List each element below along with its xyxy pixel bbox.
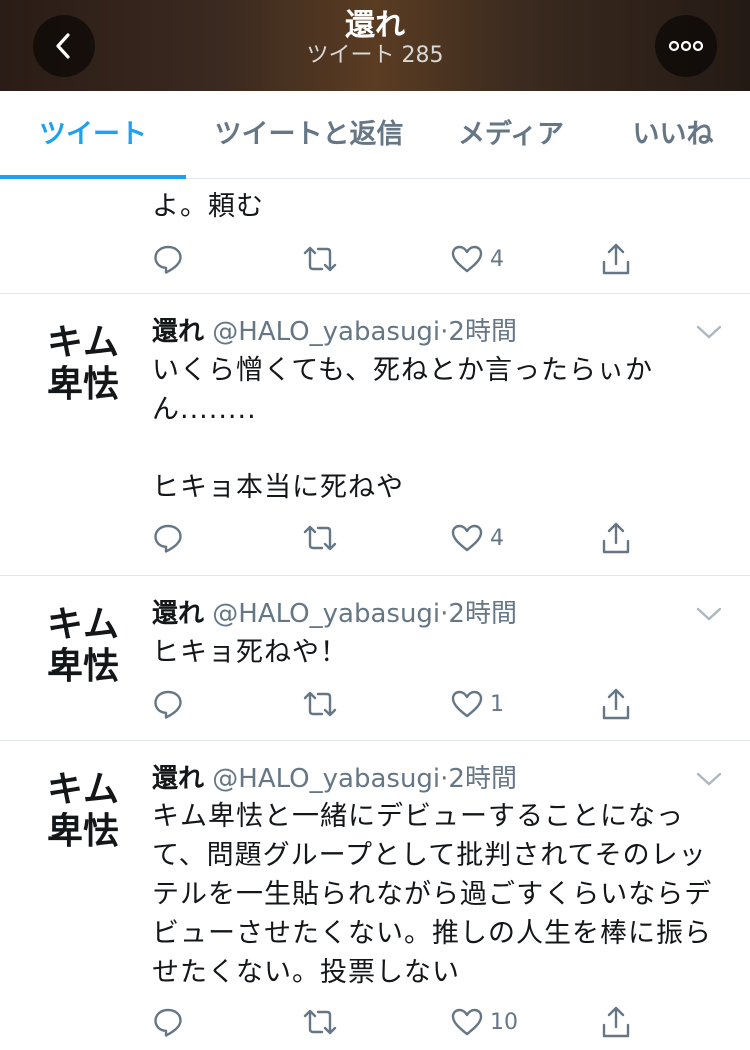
reply-icon — [154, 524, 182, 553]
tweet-actions: 4 — [152, 520, 652, 556]
like-count: 4 — [490, 246, 504, 272]
user-name[interactable]: 還れ — [152, 317, 204, 347]
reply-button[interactable] — [152, 520, 184, 556]
retweet-icon — [303, 525, 337, 551]
profile-header: 還れ ツイート 285 — [0, 0, 750, 91]
share-icon — [602, 688, 630, 720]
reply-icon — [154, 245, 182, 274]
retweet-button[interactable] — [302, 686, 338, 722]
share-icon — [602, 522, 630, 554]
tweet-header: 還れ @HALO_yabasugi·2時間 — [152, 596, 517, 632]
retweet-icon — [303, 246, 337, 272]
tweet-actions: 1 — [152, 686, 652, 722]
share-button[interactable] — [600, 520, 632, 556]
like-button[interactable]: 10 — [450, 1004, 518, 1040]
retweet-icon — [303, 1009, 337, 1035]
tweet[interactable]: キム 卑怯 還れ @HALO_yabasugi·2時間 いくら憎くても、死ねとか… — [0, 294, 750, 576]
reply-button[interactable] — [152, 241, 184, 277]
tweet-text: キム卑怯と一緒にデビューすることになっ て、問題グループとして批判されてそのレッ… — [152, 801, 713, 988]
tweet-text: ヒキョ死ねや！ — [152, 637, 348, 668]
tweet-count: ツイート 285 — [306, 43, 444, 68]
like-button[interactable]: 1 — [450, 686, 504, 722]
tweet-time[interactable]: 2時間 — [448, 764, 517, 794]
user-name[interactable]: 還れ — [152, 764, 204, 794]
heart-icon — [451, 1008, 483, 1036]
tweet-header: 還れ @HALO_yabasugi·2時間 — [152, 314, 517, 350]
tab-tweets-and-replies[interactable]: ツイートと返信 — [200, 91, 418, 179]
heart-icon — [451, 690, 483, 718]
retweet-button[interactable] — [302, 520, 338, 556]
share-icon — [602, 243, 630, 275]
header-title: 還れ — [345, 8, 405, 43]
tweet-text: いくら憎くても、死ねとか言ったらぃか ん........ ヒキョ本当に死ねや — [152, 355, 654, 503]
tab-media[interactable]: メディア — [446, 91, 576, 179]
like-button[interactable]: 4 — [450, 520, 504, 556]
tweet-time[interactable]: 2時間 — [448, 317, 517, 347]
profile-tabs: ツイート ツイートと返信 メディア いいね — [0, 91, 750, 179]
tweet-header: 還れ @HALO_yabasugi·2時間 — [152, 761, 517, 797]
retweet-icon — [303, 691, 337, 717]
reply-button[interactable] — [152, 1004, 184, 1040]
user-name[interactable]: 還れ — [152, 599, 204, 629]
chevron-down-icon[interactable] — [696, 771, 722, 787]
tweet-text: よ。頼む — [152, 191, 264, 222]
like-count: 1 — [490, 691, 504, 717]
user-handle[interactable]: @HALO_yabasugi — [212, 599, 440, 629]
like-count: 10 — [490, 1009, 518, 1035]
reply-icon — [154, 1008, 182, 1037]
reply-button[interactable] — [152, 686, 184, 722]
user-handle[interactable]: @HALO_yabasugi — [212, 317, 440, 347]
share-button[interactable] — [600, 686, 632, 722]
share-button[interactable] — [600, 241, 632, 277]
chevron-down-icon[interactable] — [696, 606, 722, 622]
tweet[interactable]: キム 卑怯 還れ @HALO_yabasugi·2時間 ヒキョ死ねや！ 1 — [0, 576, 750, 741]
avatar-text: キム 卑怯 — [46, 322, 119, 405]
reply-icon — [154, 690, 182, 719]
tweet-actions: 4 — [152, 241, 652, 277]
tab-tweets[interactable]: ツイート — [0, 91, 186, 179]
tweet-time[interactable]: 2時間 — [448, 599, 517, 629]
heart-icon — [451, 524, 483, 552]
avatar[interactable]: キム 卑怯 — [42, 769, 124, 853]
like-count: 4 — [490, 525, 504, 551]
avatar-text: キム 卑怯 — [46, 769, 119, 852]
tab-likes[interactable]: いいね — [618, 91, 728, 179]
tweet[interactable]: キム 卑怯 還れ @HALO_yabasugi·2時間 キム卑怯と一緒にデビュー… — [0, 741, 750, 1050]
retweet-button[interactable] — [302, 1004, 338, 1040]
tweet[interactable]: よ。頼む 4 — [0, 179, 750, 294]
retweet-button[interactable] — [302, 241, 338, 277]
avatar-text: キム 卑怯 — [46, 604, 119, 687]
more-horizontal-icon — [668, 40, 704, 52]
share-icon — [602, 1006, 630, 1038]
avatar[interactable]: キム 卑怯 — [42, 604, 124, 688]
share-button[interactable] — [600, 1004, 632, 1040]
more-button[interactable] — [655, 15, 717, 77]
heart-icon — [451, 245, 483, 273]
user-handle[interactable]: @HALO_yabasugi — [212, 764, 440, 794]
tweet-actions: 10 — [152, 1004, 652, 1040]
avatar[interactable]: キム 卑怯 — [42, 322, 124, 406]
chevron-down-icon[interactable] — [696, 324, 722, 340]
like-button[interactable]: 4 — [450, 241, 504, 277]
